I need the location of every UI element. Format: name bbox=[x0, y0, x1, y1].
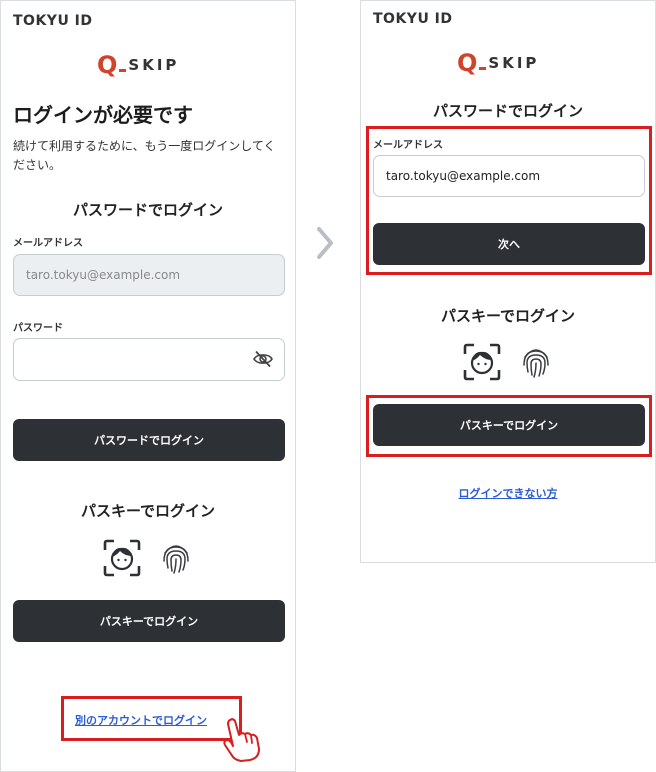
page-description: 続けて利用するために、もう一度ログインしてください。 bbox=[13, 139, 276, 172]
cannot-login-link[interactable]: ログインできない方 bbox=[361, 485, 655, 501]
logo-q: Q bbox=[97, 51, 118, 79]
face-id-icon bbox=[463, 343, 501, 381]
logo-word: SKIP bbox=[488, 54, 540, 72]
chevron-right-icon bbox=[317, 227, 333, 259]
fingerprint-icon bbox=[523, 349, 549, 378]
next-button[interactable]: 次へ bbox=[373, 223, 645, 265]
email-label: メールアドレス bbox=[13, 238, 83, 249]
qskip-logo: Q SKIP bbox=[457, 51, 539, 75]
pointing-hand-icon bbox=[223, 718, 260, 762]
logo-q: Q bbox=[457, 49, 478, 77]
email-label: メールアドレス bbox=[373, 140, 443, 151]
passkey-login-button[interactable]: パスキーでログイン bbox=[373, 404, 645, 446]
password-section-title: パスワードでログイン bbox=[432, 102, 583, 120]
password-field[interactable] bbox=[13, 338, 285, 381]
logo-word: SKIP bbox=[128, 56, 180, 74]
other-account-link[interactable]: 別のアカウントでログイン bbox=[75, 712, 207, 728]
email-field[interactable]: taro.tokyu@example.com bbox=[373, 155, 645, 197]
face-id-icon bbox=[103, 539, 141, 577]
left-screen: TOKYU ID Q SKIP ログインが必要です 続けて利用するために、もう一… bbox=[0, 0, 296, 772]
email-value: taro.tokyu@example.com bbox=[386, 169, 541, 183]
logo-dash bbox=[479, 67, 487, 70]
page-title: ログインが必要です bbox=[13, 103, 193, 127]
logo-dash bbox=[119, 69, 127, 72]
passkey-section-title: パスキーでログイン bbox=[80, 502, 216, 520]
qskip-logo: Q SKIP bbox=[97, 53, 179, 77]
right-screen: TOKYU ID Q SKIP パスワードでログイン メールアドレス taro.… bbox=[360, 0, 656, 563]
email-value: taro.tokyu@example.com bbox=[26, 268, 181, 282]
email-field[interactable]: taro.tokyu@example.com bbox=[13, 254, 285, 296]
brand-title: TOKYU ID bbox=[13, 13, 93, 29]
password-label: パスワード bbox=[13, 323, 63, 334]
eye-off-icon[interactable] bbox=[253, 350, 273, 368]
passkey-login-button[interactable]: パスキーでログイン bbox=[13, 600, 285, 642]
passkey-section-title: パスキーでログイン bbox=[440, 307, 576, 325]
password-login-button[interactable]: パスワードでログイン bbox=[13, 419, 285, 461]
fingerprint-icon bbox=[163, 545, 189, 574]
password-section-title: パスワードでログイン bbox=[72, 201, 223, 219]
brand-title: TOKYU ID bbox=[373, 11, 453, 27]
password-input[interactable] bbox=[26, 352, 272, 367]
